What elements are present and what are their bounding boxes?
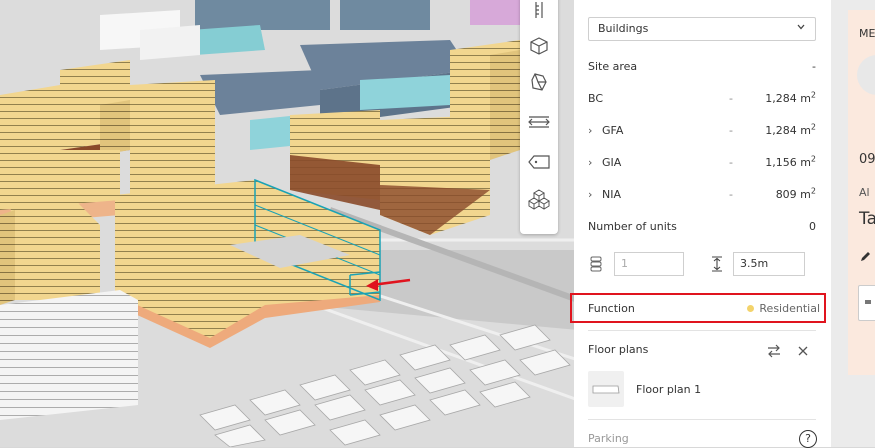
nia-label: NIA	[602, 188, 621, 201]
gia-label: GIA	[602, 156, 622, 169]
city-3d-scene[interactable]	[0, 0, 578, 447]
site-area-row: Site area -	[588, 59, 816, 75]
properties-panel: Buildings Site area - BC - 1,284 m2 › GFA…	[574, 0, 831, 448]
bc-row: BC - 1,284 m2	[588, 91, 816, 107]
card-title: ME	[859, 27, 875, 40]
gia-value: 1,156 m2	[765, 154, 816, 169]
divider	[588, 419, 816, 420]
site-area-value: -	[812, 60, 816, 73]
units-label: Number of units	[588, 220, 677, 233]
card-text-3: Ta	[859, 209, 875, 229]
ruler-icon[interactable]	[527, 0, 551, 22]
gfa-row[interactable]: › GFA - 1,284 m2	[588, 123, 816, 139]
map-viewport[interactable]	[0, 0, 578, 447]
gfa-label: GFA	[602, 124, 624, 137]
view-toolbar	[520, 0, 558, 234]
chevron-down-icon	[796, 18, 806, 40]
floor-plan-item[interactable]: Floor plan 1	[636, 382, 786, 398]
tag-icon[interactable]	[527, 150, 551, 174]
object-type-value: Buildings	[598, 22, 649, 35]
chevron-right-icon[interactable]: ›	[588, 123, 602, 139]
floor-count-input[interactable]: 1	[614, 252, 684, 276]
avatar	[857, 55, 875, 95]
chevron-right-icon[interactable]: ›	[588, 187, 602, 203]
close-icon[interactable]	[796, 343, 810, 362]
bc-value: 1,284 m2	[765, 90, 816, 105]
edit-icon[interactable]	[860, 247, 872, 266]
floor-plans-title: Floor plans	[588, 343, 649, 356]
function-highlight-box	[570, 293, 826, 323]
site-area-label: Site area	[588, 60, 638, 73]
divider	[588, 330, 816, 331]
gia-row[interactable]: › GIA - 1,156 m2	[588, 155, 816, 171]
box-icon[interactable]	[527, 34, 551, 58]
nia-value: 809 m2	[775, 186, 816, 201]
card-button-icon	[865, 300, 871, 304]
help-icon[interactable]: ?	[799, 430, 817, 448]
extrude-icon[interactable]	[527, 70, 551, 94]
swap-icon[interactable]	[767, 343, 781, 362]
gfa-value: 1,284 m2	[765, 122, 816, 137]
floors-icon	[590, 256, 602, 276]
object-type-select[interactable]: Buildings	[588, 17, 816, 41]
side-column: ME 09 Al Ta	[831, 0, 875, 447]
stack-icon[interactable]	[527, 188, 551, 212]
floor-plan-thumbnail[interactable]	[588, 371, 624, 407]
card-text-2: Al	[859, 186, 870, 199]
floor-plans-header: Floor plans	[588, 342, 816, 358]
gia-dash: -	[729, 156, 733, 169]
floor-plan-item-label: Floor plan 1	[636, 383, 702, 396]
card-text-1: 09	[859, 152, 875, 167]
nia-row[interactable]: › NIA - 809 m2	[588, 187, 816, 203]
floor-height-input[interactable]: 3.5m	[733, 252, 805, 276]
bc-label: BC	[588, 92, 604, 105]
measure-icon[interactable]	[527, 110, 551, 134]
floor-height-icon	[711, 256, 723, 276]
card-button[interactable]	[858, 285, 875, 321]
nia-dash: -	[729, 188, 733, 201]
units-row: Number of units 0	[588, 219, 816, 235]
gfa-dash: -	[729, 124, 733, 137]
units-value: 0	[809, 220, 816, 233]
info-card: ME 09 Al Ta	[848, 10, 875, 375]
parking-row: Parking	[588, 431, 816, 447]
bc-dash: -	[729, 92, 733, 105]
parking-label: Parking	[588, 432, 629, 445]
chevron-right-icon[interactable]: ›	[588, 155, 602, 171]
